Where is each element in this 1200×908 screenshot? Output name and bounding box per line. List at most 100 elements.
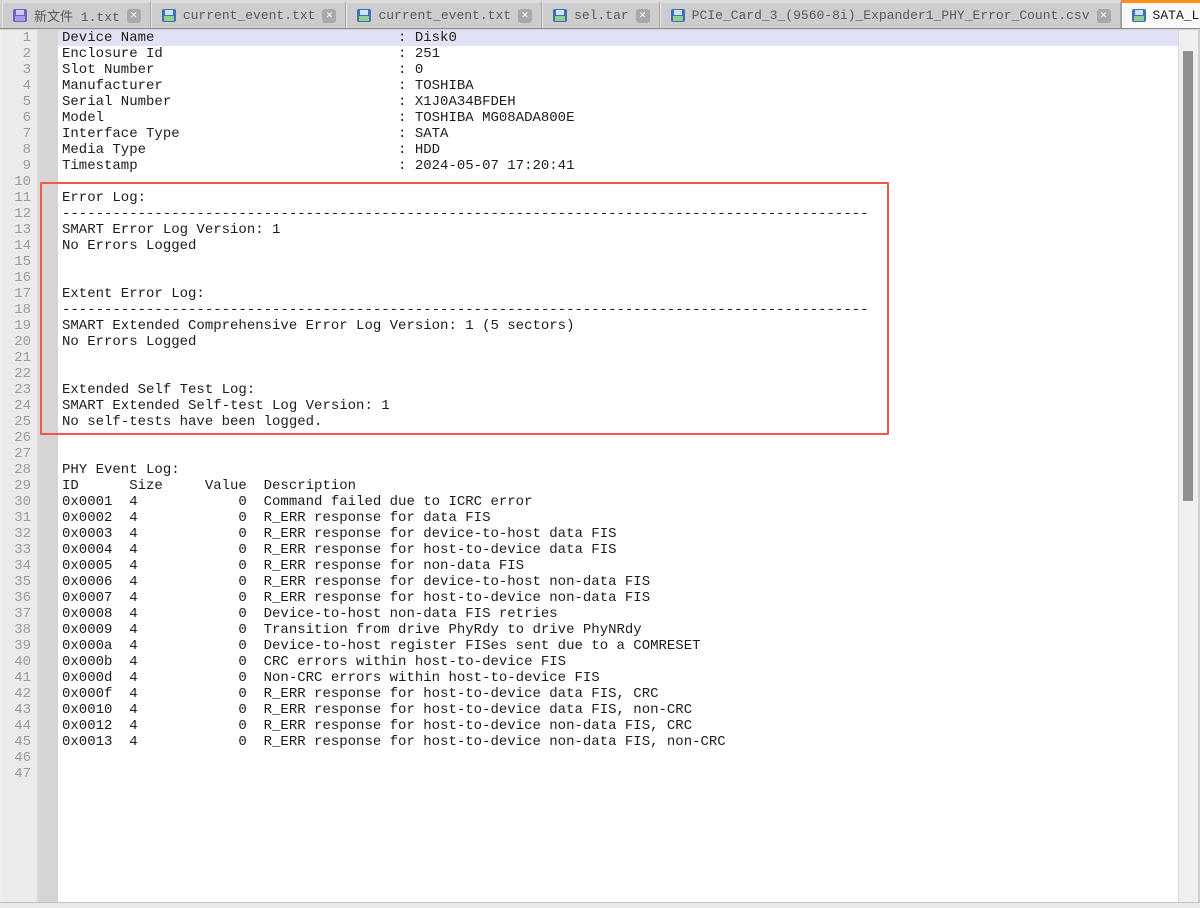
line-number: 5: [2, 94, 37, 110]
editor-line[interactable]: 0x0003 4 0 R_ERR response for device-to-…: [58, 526, 1178, 542]
line-number: 33: [2, 542, 37, 558]
line-number: 26: [2, 430, 37, 446]
editor-line[interactable]: 0x0009 4 0 Transition from drive PhyRdy …: [58, 622, 1178, 638]
editor-line[interactable]: No Errors Logged: [58, 334, 1178, 350]
editor-line[interactable]: Timestamp : 2024-05-07 17:20:41: [58, 158, 1178, 174]
editor-line[interactable]: Model : TOSHIBA MG08ADA800E: [58, 110, 1178, 126]
text-content[interactable]: Device Name : Disk0Enclosure Id : 251Slo…: [58, 30, 1178, 902]
editor-line[interactable]: 0x0006 4 0 R_ERR response for device-to-…: [58, 574, 1178, 590]
scrollbar-thumb[interactable]: [1183, 51, 1193, 501]
line-number: 4: [2, 78, 37, 94]
line-number: 44: [2, 718, 37, 734]
editor-line[interactable]: [58, 446, 1178, 462]
line-number: 6: [2, 110, 37, 126]
editor-line[interactable]: Error Log:: [58, 190, 1178, 206]
editor-line[interactable]: Extent Error Log:: [58, 286, 1178, 302]
editor-line[interactable]: PHY Event Log:: [58, 462, 1178, 478]
editor-line[interactable]: SMART Extended Self-test Log Version: 1: [58, 398, 1178, 414]
editor-line[interactable]: ----------------------------------------…: [58, 206, 1178, 222]
tab-label: current_event.txt: [183, 8, 316, 23]
line-number: 30: [2, 494, 37, 510]
line-number: 37: [2, 606, 37, 622]
floppy-saved-icon: [162, 9, 176, 22]
editor-line[interactable]: 0x0013 4 0 R_ERR response for host-to-de…: [58, 734, 1178, 750]
tab-sel-tar[interactable]: sel.tar✕: [542, 0, 660, 28]
line-number: 2: [2, 46, 37, 62]
window-bottom-border: [0, 902, 1200, 908]
line-number: 28: [2, 462, 37, 478]
editor-line[interactable]: 0x000b 4 0 CRC errors within host-to-dev…: [58, 654, 1178, 670]
line-number: 15: [2, 254, 37, 270]
floppy-saved-icon: [357, 9, 371, 22]
editor-line[interactable]: No self-tests have been logged.: [58, 414, 1178, 430]
editor-line[interactable]: [58, 766, 1178, 782]
editor-line[interactable]: Device Name : Disk0: [58, 30, 1178, 46]
line-number: 38: [2, 622, 37, 638]
close-tab-icon[interactable]: ✕: [636, 9, 650, 23]
tab-current-event-1[interactable]: current_event.txt ✕: [151, 0, 347, 28]
editor-line[interactable]: [58, 750, 1178, 766]
editor-line[interactable]: 0x0004 4 0 R_ERR response for host-to-de…: [58, 542, 1178, 558]
editor-line[interactable]: [58, 350, 1178, 366]
editor-line[interactable]: ID Size Value Description: [58, 478, 1178, 494]
editor-line[interactable]: [58, 174, 1178, 190]
tab-label: SATA_Log: [1153, 8, 1200, 23]
close-tab-icon[interactable]: ✕: [127, 9, 141, 23]
editor-line[interactable]: Extended Self Test Log:: [58, 382, 1178, 398]
editor-line[interactable]: Media Type : HDD: [58, 142, 1178, 158]
floppy-saved-icon: [553, 9, 567, 22]
line-number: 17: [2, 286, 37, 302]
editor-line[interactable]: 0x000d 4 0 Non-CRC errors within host-to…: [58, 670, 1178, 686]
editor-line[interactable]: 0x0005 4 0 R_ERR response for non-data F…: [58, 558, 1178, 574]
editor-line[interactable]: 0x0002 4 0 R_ERR response for data FIS: [58, 510, 1178, 526]
fold-margin: [37, 30, 58, 902]
line-number: 24: [2, 398, 37, 414]
editor-line[interactable]: Serial Number : X1J0A34BFDEH: [58, 94, 1178, 110]
editor-line[interactable]: No Errors Logged: [58, 238, 1178, 254]
editor-line[interactable]: ----------------------------------------…: [58, 302, 1178, 318]
line-number: 19: [2, 318, 37, 334]
line-number: 13: [2, 222, 37, 238]
editor-line[interactable]: 0x0008 4 0 Device-to-host non-data FIS r…: [58, 606, 1178, 622]
editor-line[interactable]: 0x0007 4 0 R_ERR response for host-to-de…: [58, 590, 1178, 606]
line-number: 12: [2, 206, 37, 222]
editor-line[interactable]: Interface Type : SATA: [58, 126, 1178, 142]
line-number: 34: [2, 558, 37, 574]
close-tab-icon[interactable]: ✕: [1097, 9, 1111, 23]
editor-line[interactable]: 0x000f 4 0 R_ERR response for host-to-de…: [58, 686, 1178, 702]
editor-line[interactable]: [58, 270, 1178, 286]
line-number: 35: [2, 574, 37, 590]
editor-line[interactable]: [58, 254, 1178, 270]
vertical-scrollbar[interactable]: [1178, 30, 1198, 902]
tab-sata-log[interactable]: SATA_Log✕: [1121, 0, 1200, 28]
editor-line[interactable]: Manufacturer : TOSHIBA: [58, 78, 1178, 94]
tab-label: PCIe_Card_3_(9560-8i)_Expander1_PHY_Erro…: [692, 8, 1090, 23]
line-number: 18: [2, 302, 37, 318]
close-tab-icon[interactable]: ✕: [518, 9, 532, 23]
editor-line[interactable]: 0x0010 4 0 R_ERR response for host-to-de…: [58, 702, 1178, 718]
tab-current-event-2[interactable]: current_event.txt ✕: [346, 0, 542, 28]
line-number: 29: [2, 478, 37, 494]
tab-new-file-1[interactable]: 新文件 1.txt✕: [2, 0, 151, 28]
editor-line[interactable]: [58, 366, 1178, 382]
editor-line[interactable]: 0x0012 4 0 R_ERR response for host-to-de…: [58, 718, 1178, 734]
tab-pcie-phy-error-count[interactable]: PCIe_Card_3_(9560-8i)_Expander1_PHY_Erro…: [660, 0, 1121, 28]
editor-line[interactable]: [58, 430, 1178, 446]
line-number: 42: [2, 686, 37, 702]
line-number: 16: [2, 270, 37, 286]
editor-line[interactable]: SMART Error Log Version: 1: [58, 222, 1178, 238]
editor-line[interactable]: SMART Extended Comprehensive Error Log V…: [58, 318, 1178, 334]
line-number: 7: [2, 126, 37, 142]
tab-label: current_event.txt: [378, 8, 511, 23]
line-number: 39: [2, 638, 37, 654]
editor-line[interactable]: Enclosure Id : 251: [58, 46, 1178, 62]
tab-bar: 新文件 1.txt✕current_event.txt✕current_even…: [0, 0, 1200, 29]
line-number: 21: [2, 350, 37, 366]
line-number: 25: [2, 414, 37, 430]
editor-line[interactable]: 0x0001 4 0 Command failed due to ICRC er…: [58, 494, 1178, 510]
line-number: 14: [2, 238, 37, 254]
editor-line[interactable]: 0x000a 4 0 Device-to-host register FISes…: [58, 638, 1178, 654]
line-number: 46: [2, 750, 37, 766]
editor-line[interactable]: Slot Number : 0: [58, 62, 1178, 78]
close-tab-icon[interactable]: ✕: [322, 9, 336, 23]
